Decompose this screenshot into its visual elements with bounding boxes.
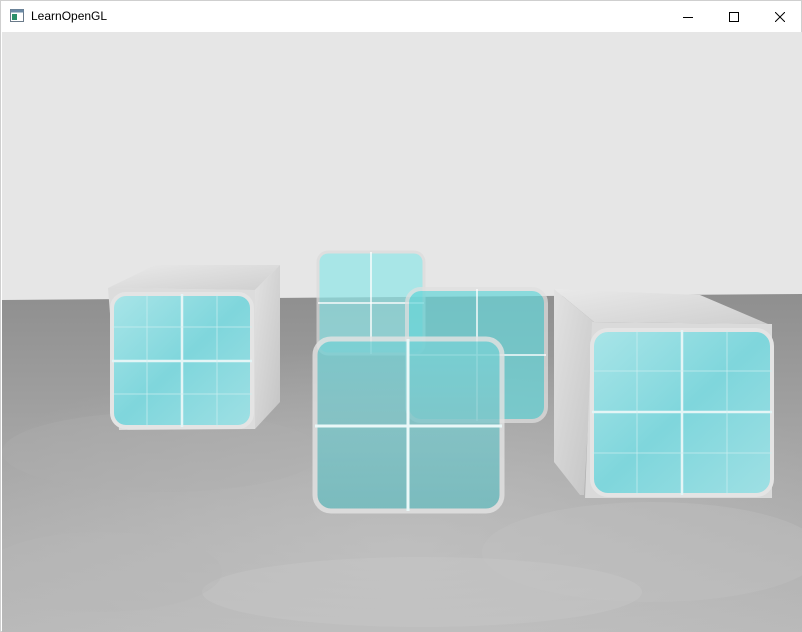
marble-cube-left xyxy=(108,265,280,430)
opengl-window-icon xyxy=(10,9,24,22)
app-window: LearnOpenGL xyxy=(0,0,802,632)
minimize-button[interactable] xyxy=(665,1,711,32)
close-icon xyxy=(775,11,785,22)
marble-cube-right xyxy=(554,289,774,498)
minimize-icon xyxy=(683,16,693,18)
scene-canvas xyxy=(2,32,802,632)
glass-window-front xyxy=(312,336,505,514)
title-bar[interactable]: LearnOpenGL xyxy=(1,1,801,32)
maximize-icon xyxy=(729,11,739,22)
render-viewport[interactable] xyxy=(2,32,802,632)
window-title: LearnOpenGL xyxy=(31,9,108,23)
maximize-button[interactable] xyxy=(711,1,757,32)
close-button[interactable] xyxy=(757,1,802,32)
